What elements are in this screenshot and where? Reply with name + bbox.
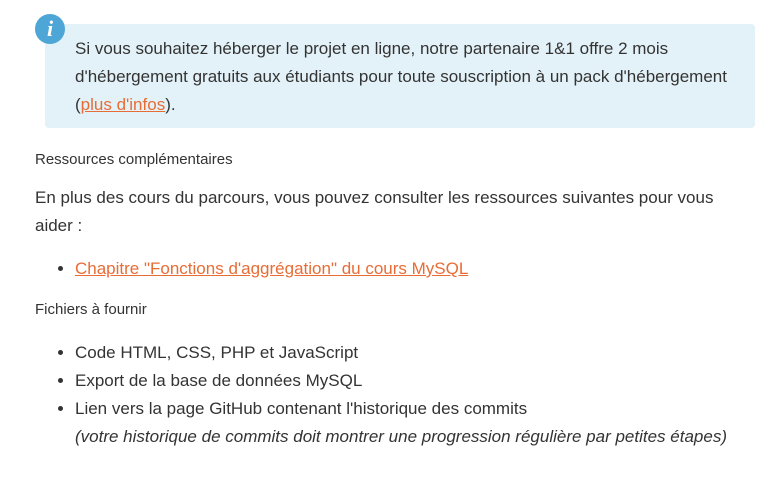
resources-title: Ressources complémentaires — [35, 151, 233, 168]
file-item-label: Export de la base de données MySQL — [75, 371, 363, 390]
list-item: Lien vers la page GitHub contenant l'his… — [75, 395, 727, 451]
info-text-after: ). — [165, 95, 176, 114]
info-icon: i — [35, 14, 65, 44]
more-info-link[interactable]: plus d'infos — [81, 95, 166, 114]
commit-history-note: (votre historique de commits doit montre… — [75, 427, 727, 446]
file-item-label: Lien vers la page GitHub contenant l'his… — [75, 399, 528, 418]
files-title: Fichiers à fournir — [35, 301, 147, 318]
list-item: Chapitre "Fonctions d'aggrégation" du co… — [75, 255, 468, 283]
resources-list: Chapitre "Fonctions d'aggrégation" du co… — [35, 255, 468, 283]
file-item-label: Code HTML, CSS, PHP et JavaScript — [75, 343, 359, 362]
mysql-aggregation-chapter-link[interactable]: Chapitre "Fonctions d'aggrégation" du co… — [75, 259, 468, 278]
resources-intro: En plus des cours du parcours, vous pouv… — [35, 188, 714, 235]
info-callout: Si vous souhaitez héberger le projet en … — [45, 24, 755, 128]
list-item: Code HTML, CSS, PHP et JavaScript — [75, 339, 727, 367]
files-list: Code HTML, CSS, PHP et JavaScript Export… — [35, 339, 727, 451]
list-item: Export de la base de données MySQL — [75, 367, 727, 395]
